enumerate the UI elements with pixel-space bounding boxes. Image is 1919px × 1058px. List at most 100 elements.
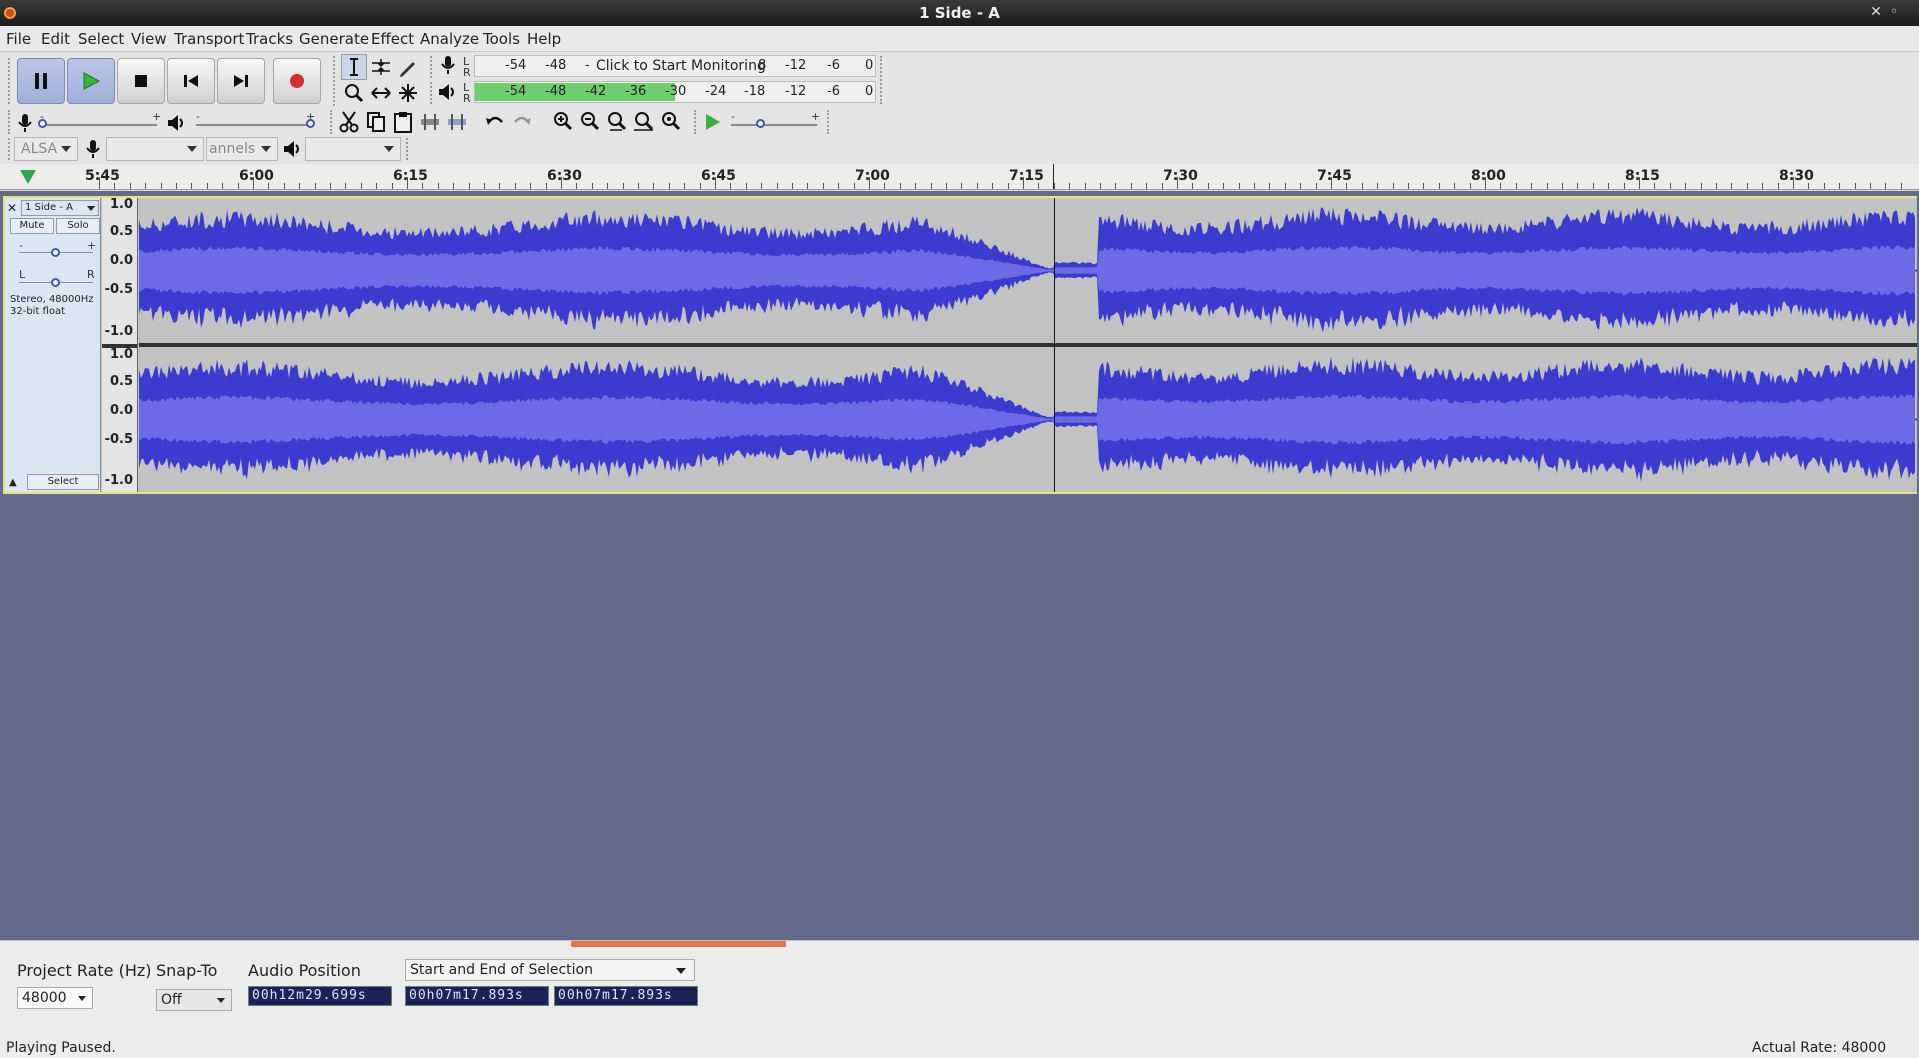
zoom-tool-icon[interactable] — [341, 80, 367, 106]
envelope-tool-icon[interactable] — [368, 54, 394, 80]
menu-view[interactable]: View — [131, 30, 167, 48]
zoom-toggle-icon[interactable] — [660, 110, 682, 134]
ruler-tick — [961, 183, 963, 189]
multi-tool-icon[interactable] — [395, 80, 421, 106]
record-meter[interactable]: -54 -48 - Click to Start Monitoring 8 -1… — [474, 55, 876, 77]
time-shift-tool-icon[interactable] — [368, 80, 394, 106]
waveform-left-channel[interactable] — [139, 198, 1917, 343]
close-track-icon[interactable]: ✕ — [7, 201, 17, 215]
amplitude-ruler[interactable]: 1.0 0.5 0.0 -0.5 -1.0 1.0 0.5 0.0 -0.5 -… — [102, 197, 138, 492]
project-rate-dropdown[interactable]: 48000 — [17, 987, 93, 1009]
mute-button[interactable]: Mute — [10, 218, 54, 234]
recording-volume-microphone-icon — [18, 114, 32, 132]
recording-volume-slider[interactable] — [42, 124, 157, 126]
waveform-right-channel[interactable] — [139, 347, 1917, 492]
audio-host-dropdown[interactable]: ALSA — [14, 137, 78, 161]
ruler-tick — [622, 183, 624, 189]
trim-audio-icon[interactable] — [419, 110, 441, 134]
menu-select[interactable]: Select — [78, 30, 124, 48]
timeline-ruler[interactable]: 5:45 6:00 6:15 6:30 6:45 7:00 7:15 7:30 … — [0, 164, 1919, 190]
recording-device-microphone-icon — [86, 140, 100, 158]
play-button[interactable] — [67, 58, 115, 104]
close-window-icon[interactable]: ✕ — [1868, 4, 1884, 20]
record-button[interactable] — [273, 58, 321, 104]
edit-cursor — [1054, 198, 1055, 492]
pan-slider-knob[interactable] — [51, 278, 60, 287]
record-meter-microphone-icon[interactable] — [439, 54, 457, 76]
toolbar-grip[interactable] — [430, 82, 436, 104]
stop-button[interactable] — [117, 58, 165, 104]
playback-device-dropdown[interactable] — [305, 137, 401, 161]
menu-tracks[interactable]: Tracks — [246, 30, 293, 48]
toolbar-grip[interactable] — [430, 56, 436, 78]
collapse-track-icon[interactable]: ▲ — [9, 477, 17, 488]
play-head-icon[interactable] — [20, 170, 36, 184]
amplitude-label: 0.0 — [109, 253, 133, 268]
zoom-in-icon[interactable] — [552, 110, 574, 134]
ruler-tick — [1823, 183, 1825, 189]
playback-volume-knob[interactable] — [306, 119, 315, 128]
toolbar-grip[interactable] — [8, 58, 14, 104]
track-name-menu[interactable]: 1 Side - A — [21, 200, 99, 216]
toolbar-grip[interactable] — [406, 138, 412, 160]
toolbar-grip[interactable] — [330, 110, 336, 134]
solo-button[interactable]: Solo — [56, 218, 100, 234]
selection-start-field[interactable]: 00h07m17.893s — [405, 986, 549, 1006]
timeline-label: 8:15 — [1625, 168, 1660, 184]
skip-to-start-button[interactable] — [167, 58, 215, 104]
recording-channels-dropdown[interactable]: annels — [206, 137, 278, 161]
toolbar-grip[interactable] — [333, 56, 339, 106]
recording-volume-max-label: + — [152, 110, 162, 123]
play-speed-knob[interactable] — [756, 119, 765, 128]
ruler-tick — [1361, 183, 1363, 189]
audio-track[interactable]: ✕ 1 Side - A Mute Solo - + L R Stereo, 4… — [3, 196, 1917, 494]
meter-tick: - — [585, 58, 590, 73]
draw-tool-icon[interactable] — [395, 54, 421, 80]
skip-to-end-button[interactable] — [217, 58, 265, 104]
copy-icon[interactable] — [365, 110, 387, 134]
selection-mode-dropdown[interactable]: Start and End of Selection — [405, 959, 695, 981]
play-speed-slider[interactable] — [731, 124, 817, 126]
track-workspace[interactable]: ✕ 1 Side - A Mute Solo - + L R Stereo, 4… — [0, 191, 1919, 940]
selection-tool-icon[interactable] — [341, 54, 367, 80]
recording-device-dropdown[interactable] — [106, 137, 204, 161]
menu-tools[interactable]: Tools — [483, 30, 520, 48]
ruler-tick — [299, 183, 301, 189]
track-select-button[interactable]: Select — [27, 474, 99, 490]
timeline-label: 7:30 — [1163, 168, 1198, 184]
redo-icon[interactable] — [511, 110, 533, 134]
menu-edit[interactable]: Edit — [41, 30, 70, 48]
click-to-start-monitoring[interactable]: Click to Start Monitoring — [596, 58, 766, 74]
menu-generate[interactable]: Generate — [299, 30, 369, 48]
playback-volume-slider[interactable] — [196, 124, 312, 126]
track-control-panel[interactable]: ✕ 1 Side - A Mute Solo - + L R Stereo, 4… — [5, 198, 101, 492]
pause-button[interactable] — [17, 58, 65, 104]
toolbar-grip[interactable] — [880, 56, 886, 104]
menu-transport[interactable]: Transport — [174, 30, 244, 48]
playback-meter-speaker-icon[interactable] — [437, 82, 457, 102]
toolbar-grip[interactable] — [694, 110, 700, 134]
fit-project-icon[interactable] — [633, 110, 655, 134]
undo-icon[interactable] — [484, 110, 506, 134]
maximize-window-icon[interactable]: ◦ — [1886, 4, 1902, 20]
playback-meter[interactable]: -54 -48 -42 -36 -30 -24 -18 -12 -6 0 — [474, 81, 876, 103]
menu-file[interactable]: File — [6, 30, 31, 48]
audio-position-field[interactable]: 00h12m29.699s — [248, 986, 392, 1006]
selection-end-field[interactable]: 00h07m17.893s — [554, 986, 698, 1006]
toolbar-grip[interactable] — [8, 110, 14, 134]
paste-icon[interactable] — [392, 110, 414, 134]
cut-icon[interactable] — [338, 110, 360, 134]
toolbar-grip[interactable] — [827, 110, 833, 134]
menu-help[interactable]: Help — [527, 30, 561, 48]
timeline-label: 7:00 — [855, 168, 890, 184]
silence-audio-icon[interactable] — [446, 110, 468, 134]
menu-effect[interactable]: Effect — [371, 30, 414, 48]
zoom-out-icon[interactable] — [579, 110, 601, 134]
snap-to-dropdown[interactable]: Off — [156, 989, 232, 1011]
play-at-speed-icon[interactable] — [703, 112, 723, 132]
fit-selection-icon[interactable] — [606, 110, 628, 134]
menu-analyze[interactable]: Analyze — [420, 30, 479, 48]
recording-volume-knob[interactable] — [38, 119, 47, 128]
meter-tick: -12 — [785, 84, 807, 99]
gain-slider-knob[interactable] — [51, 248, 60, 257]
